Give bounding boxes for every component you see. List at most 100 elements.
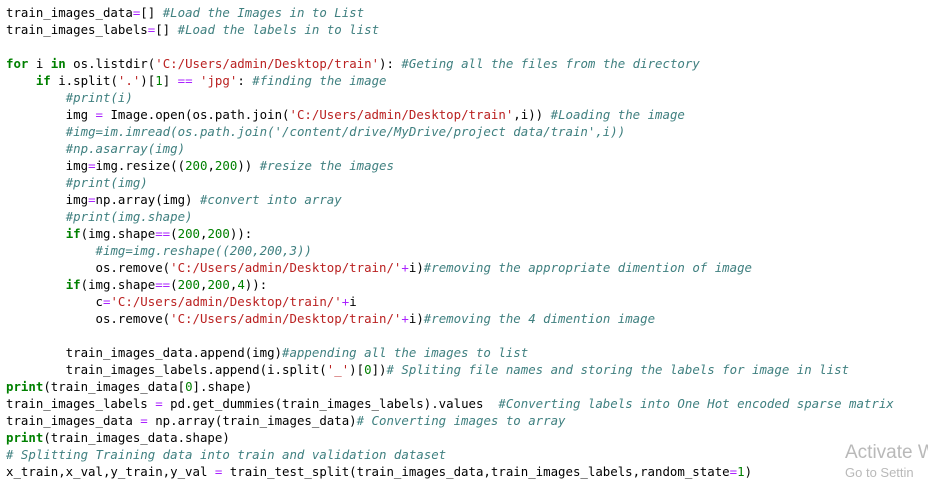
- code-token: []: [155, 22, 178, 37]
- code-line: #img=img.reshape((200,200,3)): [6, 242, 928, 259]
- code-token: #Converting labels into One Hot encoded …: [498, 396, 894, 411]
- code-token: in: [50, 56, 66, 71]
- watermark-title: Activate W: [845, 442, 928, 463]
- code-token: np.array(train_images_data): [147, 413, 357, 428]
- code-token: 'C:/Users/admin/Desktop/train': [289, 107, 514, 122]
- code-token: :: [244, 226, 253, 241]
- code-token: #Load the labels in to list: [177, 22, 380, 37]
- code-token: i): [408, 260, 424, 275]
- code-token: train_images_data.append(img): [6, 345, 283, 360]
- code-token: #print(img.shape): [65, 209, 193, 224]
- code-line: #img=im.imread(os.path.join('/content/dr…: [6, 123, 928, 140]
- code-line: train_images_labels = pd.get_dummies(tra…: [6, 395, 928, 412]
- code-token: #print(i): [65, 90, 133, 105]
- code-token: #resize the images: [259, 158, 394, 173]
- code-cell[interactable]: train_images_data = [] #Load the Images in…: [6, 4, 928, 480]
- code-token: 'C:/Users/admin/Desktop/train/': [170, 260, 402, 275]
- code-token: '_': [326, 362, 350, 377]
- code-token: =: [155, 396, 163, 411]
- code-token: =: [88, 158, 96, 173]
- code-line: print(train_images_data.shape): [6, 429, 928, 446]
- code-token: c: [6, 294, 103, 309]
- code-token: ,i)): [513, 107, 551, 122]
- code-token: # Converting images to array: [356, 413, 566, 428]
- code-token: ==: [177, 73, 193, 88]
- code-token: =: [729, 464, 738, 479]
- code-token: train_images_labels: [6, 22, 148, 37]
- code-line: train_images_labels.append(i.split('_')[…: [6, 361, 928, 378]
- code-line: #print(img): [6, 174, 928, 191]
- code-line: train_images_data = np.array(train_image…: [6, 412, 928, 429]
- code-token: 0: [185, 379, 193, 394]
- code-token: # Spliting file names and storing the la…: [386, 362, 849, 377]
- code-token: '.': [117, 73, 141, 88]
- code-token: 200: [177, 226, 200, 241]
- windows-activation-watermark: Activate W Go to Settin: [845, 442, 928, 482]
- code-line: #np.asarray(img): [6, 140, 928, 157]
- code-token: #img=im.imread(os.path.join('/content/dr…: [65, 124, 626, 139]
- code-token: #img=img.reshape((200,200,3)): [95, 243, 312, 258]
- code-token: (train_images_data.shape): [43, 430, 230, 445]
- code-token: ].shape): [192, 379, 253, 394]
- code-token: x_train,x_val,y_train,y_val: [6, 464, 215, 479]
- code-token: ==: [155, 226, 171, 241]
- code-token: img: [6, 158, 89, 173]
- code-line: img = Image.open(os.path.join('C:/Users/…: [6, 106, 928, 123]
- code-token: pd.get_dummies(train_images_labels).valu…: [162, 396, 499, 411]
- code-token: img.resize((: [95, 158, 186, 173]
- code-line: # Splitting Training data into train and…: [6, 446, 928, 463]
- code-token: #appending all the images to list: [282, 345, 529, 360]
- code-token: i: [28, 56, 51, 71]
- code-token: #Loading the image: [550, 107, 685, 122]
- code-token: )[: [140, 73, 156, 88]
- code-line: os.remove('C:/Users/admin/Desktop/train/…: [6, 310, 928, 327]
- code-line: train_images_data=[] #Load the Images in…: [6, 4, 928, 21]
- code-token: #print(img): [65, 175, 148, 190]
- code-token: os.remove(: [6, 311, 171, 326]
- code-token: =: [140, 413, 148, 428]
- code-token: )): [229, 226, 245, 241]
- code-token: #convert into array: [199, 192, 342, 207]
- code-token: ]: [162, 73, 178, 88]
- code-token: (: [170, 277, 178, 292]
- code-token: []: [140, 5, 163, 20]
- code-token: #Load the Images in to List: [162, 5, 365, 20]
- code-token: ==: [155, 277, 171, 292]
- code-token: 1: [737, 464, 745, 479]
- code-token: )): [237, 158, 260, 173]
- code-token: 'C:/Users/admin/Desktop/train': [155, 56, 380, 71]
- code-token: ,: [207, 158, 215, 173]
- code-token: img: [6, 107, 96, 122]
- code-token: #removing the appropriate dimention of i…: [423, 260, 753, 275]
- code-token: train_images_labels: [6, 396, 156, 411]
- code-token: 200: [177, 277, 200, 292]
- code-token: 'jpg': [200, 73, 238, 88]
- code-line: print(train_images_data[0].shape): [6, 378, 928, 395]
- code-token: =: [95, 107, 103, 122]
- code-token: train_images_data: [6, 5, 133, 20]
- code-token: #removing the 4 dimention image: [423, 311, 656, 326]
- code-token: #finding the image: [252, 73, 387, 88]
- code-line: for i in os.listdir('C:/Users/admin/Desk…: [6, 55, 928, 72]
- code-token: 'C:/Users/admin/Desktop/train/': [170, 311, 402, 326]
- code-token: # Splitting Training data into train and…: [6, 447, 447, 462]
- code-line: img=img.resize((200,200)) #resize the im…: [6, 157, 928, 174]
- code-line: #print(img.shape): [6, 208, 928, 225]
- code-token: Image.open(os.path.join(: [103, 107, 290, 122]
- code-token: if: [65, 277, 81, 292]
- code-token: 200: [207, 277, 230, 292]
- code-token: if: [35, 73, 51, 88]
- code-token: :: [237, 73, 253, 88]
- code-token: +: [401, 311, 409, 326]
- code-token: img: [6, 192, 89, 207]
- code-token: i.split(: [50, 73, 118, 88]
- code-line: if(img.shape==(200,200)):: [6, 225, 928, 242]
- code-token: ): [744, 464, 753, 479]
- code-token: i): [408, 311, 424, 326]
